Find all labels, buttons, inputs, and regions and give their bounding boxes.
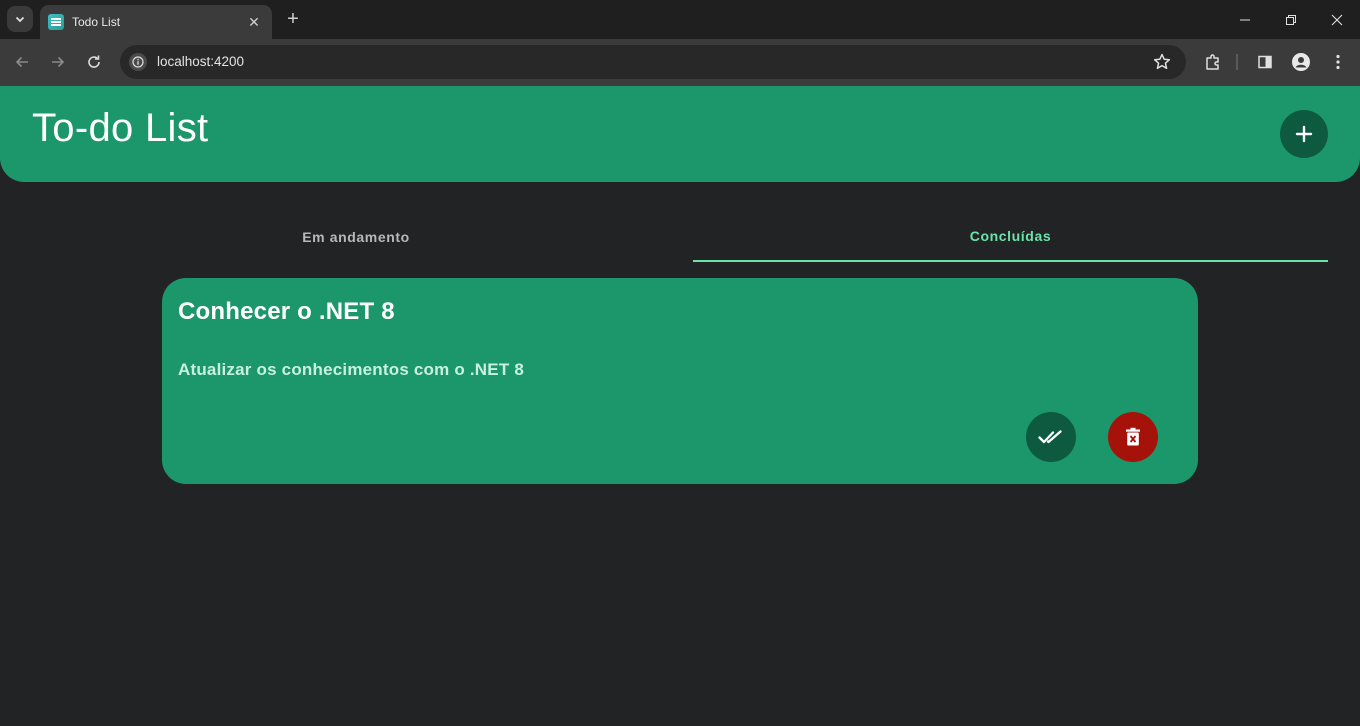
page-title: To-do List bbox=[32, 106, 209, 150]
close-tab-icon[interactable]: ✕ bbox=[246, 14, 262, 31]
delete-task-button[interactable] bbox=[1108, 412, 1158, 462]
tab-completed[interactable]: Concluídas bbox=[693, 212, 1328, 262]
side-panel-icon bbox=[1258, 55, 1272, 69]
add-task-button[interactable] bbox=[1280, 110, 1328, 158]
new-tab-button[interactable]: + bbox=[282, 8, 304, 30]
minimize-icon bbox=[1240, 19, 1250, 20]
side-panel-button[interactable] bbox=[1254, 51, 1276, 73]
close-icon bbox=[1331, 14, 1343, 25]
site-info-icon[interactable] bbox=[129, 53, 147, 71]
browser-tab[interactable]: Todo List ✕ bbox=[40, 5, 272, 39]
task-card: Conhecer o .NET 8 Atualizar os conhecime… bbox=[162, 278, 1198, 484]
extensions-button[interactable] bbox=[1202, 51, 1224, 73]
reload-button[interactable] bbox=[82, 50, 106, 74]
more-vertical-icon bbox=[1336, 54, 1340, 70]
bookmark-star-icon[interactable] bbox=[1152, 52, 1172, 72]
address-bar[interactable]: localhost:4200 bbox=[120, 45, 1186, 79]
app-favicon-icon bbox=[48, 14, 64, 30]
back-button[interactable] bbox=[10, 50, 34, 74]
arrow-right-icon bbox=[52, 56, 65, 68]
address-url: localhost:4200 bbox=[157, 54, 245, 69]
forward-button[interactable] bbox=[46, 50, 70, 74]
chevron-down-icon bbox=[15, 16, 25, 23]
mark-done-button[interactable] bbox=[1026, 412, 1076, 462]
reload-icon bbox=[88, 55, 100, 68]
restore-window-button[interactable] bbox=[1268, 0, 1314, 39]
double-check-icon bbox=[1038, 430, 1062, 444]
status-tabs: Em andamento Concluídas bbox=[32, 212, 1328, 262]
avatar-icon bbox=[1292, 53, 1310, 71]
browser-menu-button[interactable] bbox=[1327, 51, 1349, 73]
tab-in-progress[interactable]: Em andamento bbox=[32, 212, 680, 262]
task-description: Atualizar os conhecimentos com o .NET 8 bbox=[178, 360, 524, 379]
profile-button[interactable] bbox=[1290, 51, 1312, 73]
trash-icon bbox=[1126, 427, 1140, 446]
close-window-button[interactable] bbox=[1314, 0, 1360, 39]
app-header: To-do List bbox=[0, 86, 1360, 182]
tab-search-button[interactable] bbox=[7, 6, 33, 32]
browser-tab-bar: Todo List ✕ + bbox=[0, 0, 1360, 39]
minimize-window-button[interactable] bbox=[1222, 0, 1268, 39]
browser-tab-title: Todo List bbox=[72, 15, 121, 29]
plus-icon bbox=[1295, 125, 1313, 143]
puzzle-icon bbox=[1206, 54, 1219, 70]
task-title: Conhecer o .NET 8 bbox=[178, 298, 395, 325]
arrow-left-icon bbox=[15, 56, 28, 68]
toolbar-divider bbox=[1236, 54, 1238, 70]
restore-icon bbox=[1286, 14, 1296, 25]
browser-toolbar: localhost:4200 bbox=[0, 39, 1360, 86]
